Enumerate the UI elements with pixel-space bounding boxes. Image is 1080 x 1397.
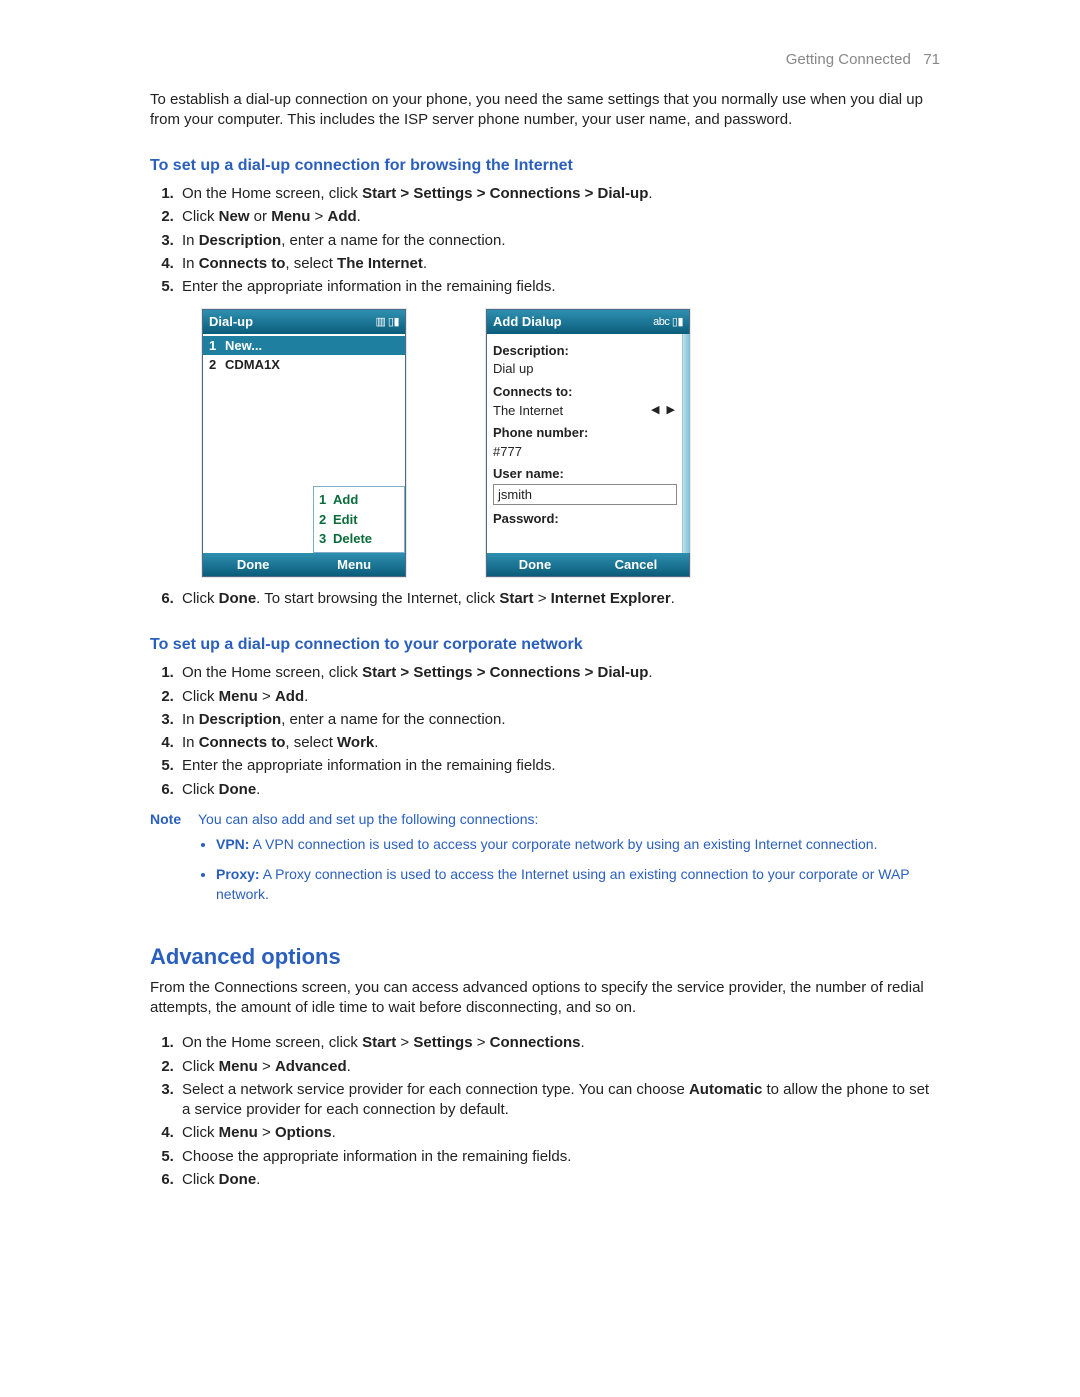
phone-left-content: 1 New... 2 CDMA1X 1Add 2Edit 3Delete bbox=[203, 334, 405, 553]
scrollbar[interactable] bbox=[682, 334, 690, 553]
proc2-step-5: Enter the appropriate information in the… bbox=[178, 756, 940, 776]
phone-right-softkeys: Done Cancel bbox=[487, 553, 689, 577]
softkey-cancel[interactable]: Cancel bbox=[615, 556, 658, 574]
intro-paragraph: To establish a dial-up connection on you… bbox=[150, 90, 940, 131]
phone-left-softkeys: Done Menu bbox=[203, 553, 405, 577]
proc2-step-4: In Connects to, select Work. bbox=[178, 733, 940, 753]
proc2-steps: On the Home screen, click Start > Settin… bbox=[178, 663, 940, 800]
status-indicator-icon: ▥ ▯▮ bbox=[375, 315, 399, 330]
screenshots-row: Dial-up ▥ ▯▮ 1 New... 2 CDMA1X 1Add 2Edi… bbox=[202, 309, 940, 577]
advanced-step-2: Click Menu > Advanced. bbox=[178, 1057, 940, 1077]
proc2-step-6: Click Done. bbox=[178, 780, 940, 800]
advanced-step-4: Click Menu > Options. bbox=[178, 1123, 940, 1143]
advanced-steps: On the Home screen, click Start > Settin… bbox=[178, 1033, 940, 1190]
list-item-new[interactable]: 1 New... bbox=[203, 336, 405, 356]
label-description: Description: bbox=[493, 342, 677, 360]
chevron-left-right-icon[interactable]: ◀ ▶ bbox=[651, 403, 677, 418]
menu-item-add[interactable]: 1Add bbox=[319, 490, 399, 510]
note-item-proxy: Proxy: A Proxy connection is used to acc… bbox=[216, 865, 940, 904]
advanced-title: Advanced options bbox=[150, 942, 940, 972]
proc1-step-2: Click New or Menu > Add. bbox=[178, 207, 940, 227]
page-header: Getting Connected 71 bbox=[786, 50, 940, 70]
note-item-vpn: VPN: A VPN connection is used to access … bbox=[216, 835, 940, 855]
phone-left-title: Dial-up bbox=[209, 313, 253, 331]
advanced-step-6: Click Done. bbox=[178, 1170, 940, 1190]
phone-add-dialup: Add Dialup abc ▯▮ Description: Dial up C… bbox=[486, 309, 690, 577]
input-user-name[interactable]: jsmith bbox=[493, 484, 677, 506]
advanced-step-5: Choose the appropriate information in th… bbox=[178, 1147, 940, 1167]
page: Getting Connected 71 To establish a dial… bbox=[0, 0, 1080, 1397]
value-phone-number[interactable]: #777 bbox=[493, 443, 677, 461]
proc2-title: To set up a dial-up connection to your c… bbox=[150, 634, 940, 656]
proc1-step-6: Click Done. To start browsing the Intern… bbox=[178, 589, 940, 609]
label-user-name: User name: bbox=[493, 465, 677, 483]
phone-right-titlebar: Add Dialup abc ▯▮ bbox=[487, 310, 689, 334]
note-list: VPN: A VPN connection is used to access … bbox=[198, 835, 940, 904]
softkey-menu[interactable]: Menu bbox=[337, 556, 371, 574]
proc2-step-3: In Description, enter a name for the con… bbox=[178, 710, 940, 730]
note-label: Note bbox=[150, 810, 198, 914]
page-number: 71 bbox=[923, 51, 940, 68]
proc1-step-1: On the Home screen, click Start > Settin… bbox=[178, 184, 940, 204]
label-connects-to: Connects to: bbox=[493, 383, 677, 401]
advanced-intro: From the Connections screen, you can acc… bbox=[150, 978, 940, 1019]
advanced-step-1: On the Home screen, click Start > Settin… bbox=[178, 1033, 940, 1053]
proc1-step-5: Enter the appropriate information in the… bbox=[178, 277, 940, 297]
note-body: You can also add and set up the followin… bbox=[198, 810, 940, 914]
phone-left-titlebar: Dial-up ▥ ▯▮ bbox=[203, 310, 405, 334]
phone-dialup-list: Dial-up ▥ ▯▮ 1 New... 2 CDMA1X 1Add 2Edi… bbox=[202, 309, 406, 577]
softkey-done[interactable]: Done bbox=[519, 556, 552, 574]
proc1-step-4: In Connects to, select The Internet. bbox=[178, 254, 940, 274]
section-name: Getting Connected bbox=[786, 51, 911, 68]
proc1-steps: On the Home screen, click Start > Settin… bbox=[178, 184, 940, 297]
menu-item-edit[interactable]: 2Edit bbox=[319, 510, 399, 530]
advanced-step-3: Select a network service provider for ea… bbox=[178, 1080, 940, 1121]
proc2-step-2: Click Menu > Add. bbox=[178, 687, 940, 707]
phone-right-title: Add Dialup bbox=[493, 313, 562, 331]
proc2-step-1: On the Home screen, click Start > Settin… bbox=[178, 663, 940, 683]
list-item-cdma1x[interactable]: 2 CDMA1X bbox=[209, 355, 399, 375]
value-connects-to[interactable]: The Internet ◀ ▶ bbox=[493, 402, 677, 420]
note-block: Note You can also add and set up the fol… bbox=[150, 810, 940, 914]
proc1-step-3: In Description, enter a name for the con… bbox=[178, 231, 940, 251]
phone-right-content: Description: Dial up Connects to: The In… bbox=[487, 334, 689, 553]
softkey-done[interactable]: Done bbox=[237, 556, 270, 574]
label-phone-number: Phone number: bbox=[493, 424, 677, 442]
input-mode-indicator-icon: abc ▯▮ bbox=[653, 315, 683, 330]
context-menu: 1Add 2Edit 3Delete bbox=[313, 486, 405, 553]
proc1-steps-cont: Click Done. To start browsing the Intern… bbox=[178, 589, 940, 609]
value-description[interactable]: Dial up bbox=[493, 360, 677, 378]
label-password: Password: bbox=[493, 510, 677, 528]
menu-item-delete[interactable]: 3Delete bbox=[319, 529, 399, 549]
proc1-title: To set up a dial-up connection for brows… bbox=[150, 155, 940, 177]
